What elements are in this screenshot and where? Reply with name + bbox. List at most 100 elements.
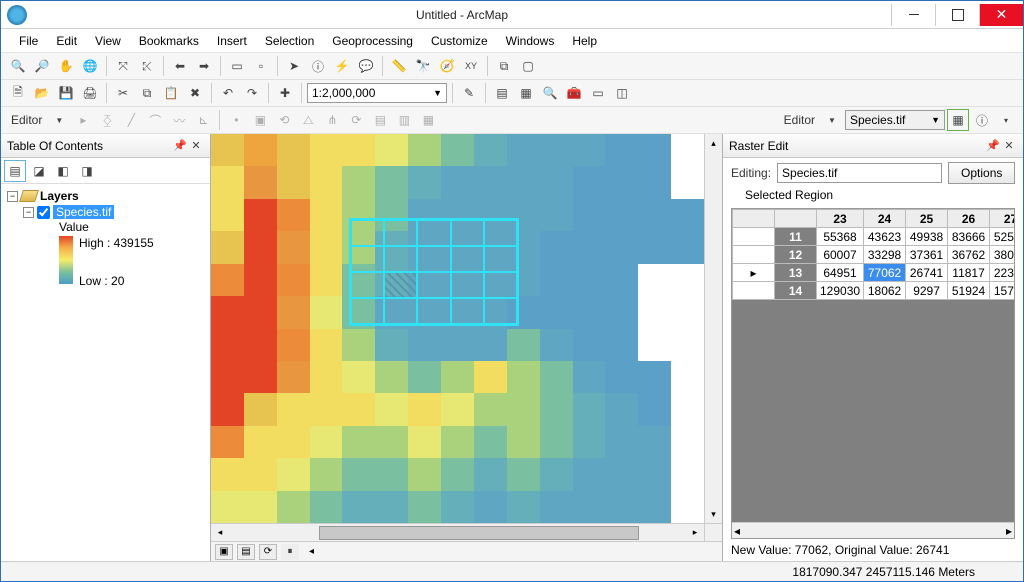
clear-select-icon[interactable]: ▫ (250, 55, 272, 77)
chevron-down-icon: ▼ (931, 115, 940, 125)
pointer-icon[interactable]: ➤ (283, 55, 305, 77)
hyperlink-icon[interactable]: ⚡ (331, 55, 353, 77)
search-window-icon[interactable]: 🔍 (539, 82, 561, 104)
menu-customize[interactable]: Customize (423, 32, 496, 50)
layout-view-button[interactable]: ▤ (237, 544, 255, 560)
zoom-out-fixed-icon[interactable]: ⤪ (136, 55, 158, 77)
add-data-icon[interactable]: ✚ (274, 82, 296, 104)
cut-polygons-icon[interactable]: ⧍ (297, 109, 319, 131)
model-builder-icon[interactable]: ◫ (611, 82, 633, 104)
right-angle-icon[interactable]: ⊾ (192, 109, 214, 131)
grid-scrollbar[interactable]: ◂▸ (732, 522, 1014, 538)
refresh-button[interactable]: ⟳ (259, 544, 277, 560)
edit-annotation-icon[interactable]: ⧰ (96, 109, 118, 131)
viewer-window-icon[interactable]: ▢ (517, 55, 539, 77)
pin-icon[interactable]: 📌 (172, 138, 188, 154)
menu-edit[interactable]: Edit (48, 32, 85, 50)
scale-combo[interactable]: 1:2,000,000 ▼ (307, 83, 447, 103)
raster-edit-tool-icon[interactable]: ▦ (947, 109, 969, 131)
menu-selection[interactable]: Selection (257, 32, 322, 50)
undo-icon[interactable]: ↶ (217, 82, 239, 104)
layer-name[interactable]: Species.tif (53, 205, 114, 219)
close-button[interactable]: ✕ (979, 4, 1023, 26)
editor-dropdown-2-icon[interactable]: ▼ (821, 109, 843, 131)
open-icon[interactable]: 📂 (31, 82, 53, 104)
save-icon[interactable]: 💾 (55, 82, 77, 104)
paste-icon[interactable]: 📋 (160, 82, 182, 104)
selection-region[interactable] (349, 218, 519, 326)
editing-input[interactable] (777, 163, 942, 183)
identify-icon[interactable]: ⓘ (307, 55, 329, 77)
pause-button[interactable]: ⏸ (281, 544, 299, 560)
layer-visible-checkbox[interactable] (37, 206, 50, 219)
attributes-icon[interactable]: ▤ (369, 109, 391, 131)
redo-icon[interactable]: ↷ (241, 82, 263, 104)
edit-vertices-icon[interactable]: ▣ (249, 109, 271, 131)
close-panel-icon[interactable]: ✕ (1001, 138, 1017, 154)
catalog-icon[interactable]: ▦ (515, 82, 537, 104)
prev-extent-icon[interactable]: ⬅ (169, 55, 191, 77)
select-features-icon[interactable]: ▭ (226, 55, 248, 77)
trace-icon[interactable]: 〰 (168, 109, 190, 131)
horizontal-scrollbar[interactable]: ◂▸ (211, 523, 704, 541)
menu-view[interactable]: View (87, 32, 129, 50)
toc-icon[interactable]: ▤ (491, 82, 513, 104)
copy-icon[interactable]: ⧉ (136, 82, 158, 104)
editor-toolbar-icon[interactable]: ✎ (458, 82, 480, 104)
time-slider-icon[interactable]: ⧉ (493, 55, 515, 77)
edit-tool-icon[interactable]: ▸ (72, 109, 94, 131)
expander-icon[interactable]: − (23, 207, 34, 218)
zoom-in-icon[interactable]: 🔍 (7, 55, 29, 77)
options-button[interactable]: Options (948, 162, 1015, 184)
region-grid[interactable]: 2324252627115536843623499388366652585126… (731, 208, 1015, 539)
create-features-icon[interactable]: ▦ (417, 109, 439, 131)
sketch-props-icon[interactable]: ▥ (393, 109, 415, 131)
menu-file[interactable]: File (11, 32, 46, 50)
menu-geoprocessing[interactable]: Geoprocessing (324, 32, 421, 50)
data-view-button[interactable]: ▣ (215, 544, 233, 560)
editor-layer-combo[interactable]: Species.tif ▼ (845, 110, 945, 130)
split-icon[interactable]: ⋔ (321, 109, 343, 131)
menu-insert[interactable]: Insert (209, 32, 255, 50)
find-icon[interactable]: 🔭 (412, 55, 434, 77)
list-by-drawing-icon[interactable]: ▤ (4, 160, 26, 182)
straight-segment-icon[interactable]: ╱ (120, 109, 142, 131)
rotate-icon[interactable]: ⟳ (345, 109, 367, 131)
close-panel-icon[interactable]: ✕ (188, 138, 204, 154)
map-canvas[interactable]: ▴▾ ◂▸ (211, 134, 722, 541)
editor-dropdown-icon[interactable]: ▼ (48, 109, 70, 131)
print-icon[interactable]: 🖨 (79, 82, 101, 104)
end-point-arc-icon[interactable]: ⌒ (144, 109, 166, 131)
vertical-scrollbar[interactable]: ▴▾ (704, 134, 722, 523)
menu-bookmarks[interactable]: Bookmarks (131, 32, 207, 50)
minimize-button[interactable] (891, 4, 935, 26)
menu-windows[interactable]: Windows (498, 32, 563, 50)
list-by-selection-icon[interactable]: ◨ (76, 160, 98, 182)
zoom-out-icon[interactable]: 🔎 (31, 55, 53, 77)
html-popup-icon[interactable]: 💬 (355, 55, 377, 77)
cut-icon[interactable]: ✂ (112, 82, 134, 104)
delete-icon[interactable]: ✖ (184, 82, 206, 104)
next-extent-icon[interactable]: ➡ (193, 55, 215, 77)
new-icon[interactable]: 🗎 (7, 82, 29, 104)
info-tool-icon[interactable]: ⓘ (971, 109, 993, 131)
menu-help[interactable]: Help (564, 32, 605, 50)
pan-icon[interactable]: ✋ (55, 55, 77, 77)
full-extent-icon[interactable]: 🌐 (79, 55, 101, 77)
layers-group[interactable]: Layers (40, 189, 79, 203)
maximize-button[interactable] (935, 4, 979, 26)
reshape-icon[interactable]: ⟲ (273, 109, 295, 131)
point-icon[interactable]: • (225, 109, 247, 131)
find-route-icon[interactable]: 🧭 (436, 55, 458, 77)
list-by-visibility-icon[interactable]: ◧ (52, 160, 74, 182)
python-icon[interactable]: ▭ (587, 82, 609, 104)
measure-icon[interactable]: 📏 (388, 55, 410, 77)
scroll-left-icon[interactable]: ◂ (309, 546, 314, 557)
pin-icon[interactable]: 📌 (985, 138, 1001, 154)
toolbox-icon[interactable]: 🧰 (563, 82, 585, 104)
list-by-source-icon[interactable]: ◪ (28, 160, 50, 182)
zoom-in-fixed-icon[interactable]: ⤧ (112, 55, 134, 77)
dropdown-icon[interactable]: ▾ (995, 109, 1017, 131)
goto-xy-icon[interactable]: XY (460, 55, 482, 77)
expander-icon[interactable]: − (7, 191, 18, 202)
